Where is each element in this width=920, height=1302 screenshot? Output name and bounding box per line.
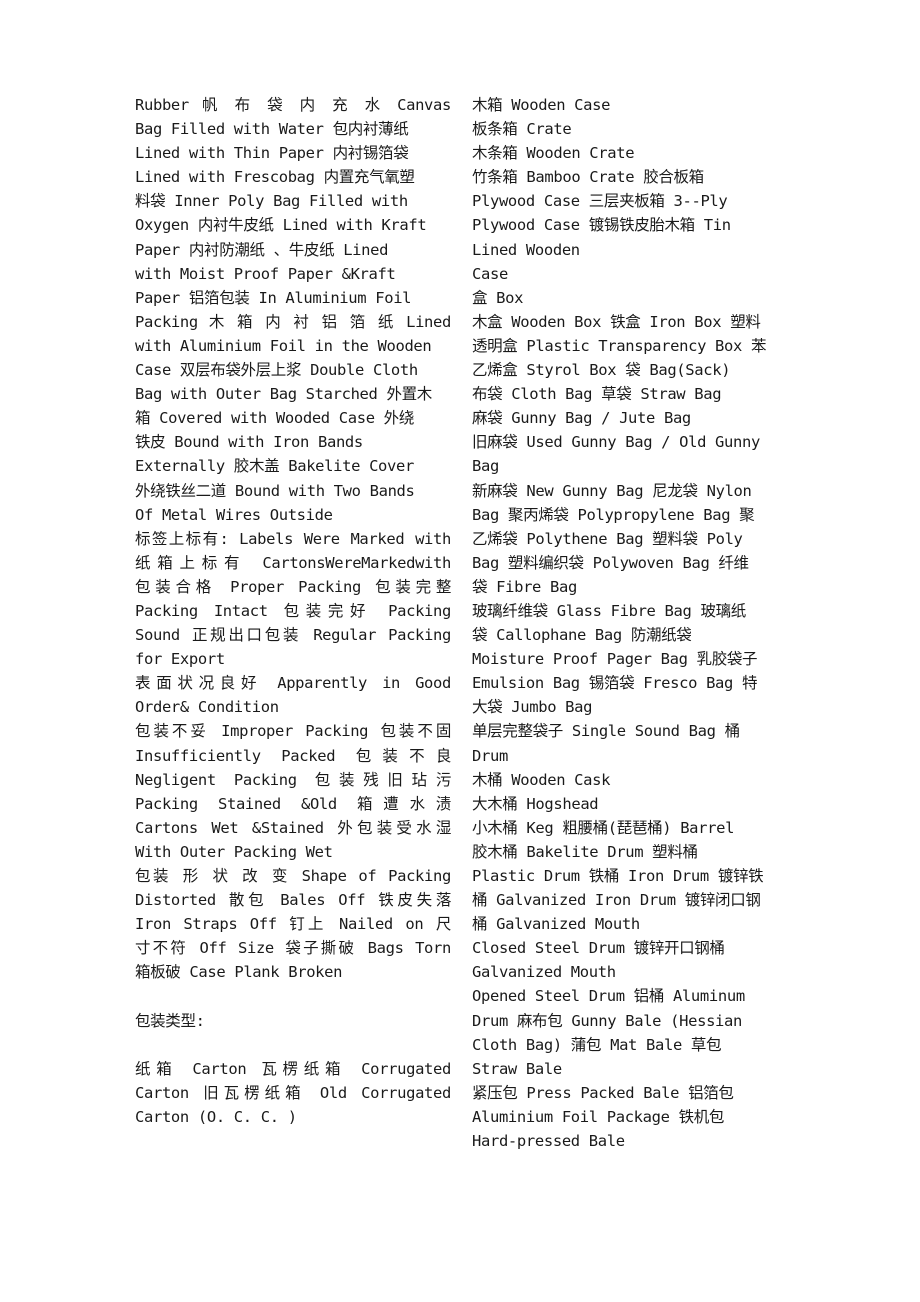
text-line: Plywood Case 镀锡铁皮胎木箱 Tin [472, 216, 731, 235]
text-line: 盒 Box [472, 288, 524, 307]
text-line: With Outer Packing Wet [135, 842, 333, 861]
text-line: Aluminium Foil Package 铁机包 [472, 1107, 725, 1126]
text-line: Carton (O. C. C. ) [135, 1107, 297, 1126]
text-line: 木桶 Wooden Cask [472, 770, 611, 789]
text-line: 包装不妥 Improper Packing 包装不固 [135, 722, 451, 741]
text-line: 包装 形 状 改 变 Shape of Packing [135, 867, 451, 885]
text-line: 旧麻袋 Used Gunny Bag / Old Gunny [472, 433, 760, 452]
text-line: 寸不符 Off Size 袋子撕破 Bags Torn [135, 939, 451, 958]
text-line: 袋 Fibre Bag [472, 577, 577, 596]
text-line: for Export [135, 650, 225, 669]
text-line: Case [472, 264, 508, 283]
text-line: Negligent Packing 包装残旧玷污 [135, 770, 451, 789]
paragraph: 包装 形 状 改 变 Shape of Packing Distorted 散包 … [135, 864, 451, 984]
text-line: Bag with Outer Bag Starched 外置木 [135, 385, 432, 404]
left-column: Rubber 帆 布 袋 内 充 水 Canvas Bag Filled with… [135, 93, 451, 1129]
text-line: Hard-pressed Bale [472, 1132, 625, 1151]
text-line: 紧压包 Press Packed Bale 铝箔包 [472, 1083, 734, 1102]
text-line: with Moist Proof Paper &Kraft [135, 264, 396, 283]
text-line: 布袋 Cloth Bag 草袋 Straw Bag [472, 385, 722, 404]
text-line: Insufficiently Packed 包装不良 [135, 746, 451, 765]
text-line: Drum 麻布包 Gunny Bale (Hessian [472, 1011, 742, 1030]
text-line: Packing 木 箱 内 衬 铝 箔 纸 Lined [135, 312, 451, 331]
text-line: Drum [472, 746, 508, 765]
text-line: 麻袋 Gunny Bag / Jute Bag [472, 409, 691, 428]
text-line: with Aluminium Foil in the Wooden [135, 336, 432, 355]
text-line: 乙烯袋 Polythene Bag 塑料袋 Poly [472, 529, 743, 548]
text-line: 胶木桶 Bakelite Drum 塑料桶 [472, 842, 698, 861]
text-line: Bag 塑料编织袋 Polywoven Bag 纤维 [472, 553, 749, 572]
text-line: Packing Intact 包装完好 Packing [135, 601, 451, 620]
text-line: 箱板破 Case Plank Broken [135, 963, 343, 982]
text-line: 大袋 Jumbo Bag [472, 698, 593, 717]
document-page: Rubber 帆 布 袋 内 充 水 Canvas Bag Filled with… [0, 0, 920, 1302]
text-line: Carton 旧瓦楞纸箱 Old Corrugated [135, 1083, 451, 1102]
text-line: Paper 内衬防潮纸 、牛皮纸 Lined [135, 240, 389, 259]
text-line: 单层完整袋子 Single Sound Bag 桶 [472, 722, 740, 741]
text-line: Bag 聚丙烯袋 Polypropylene Bag 聚 [472, 505, 755, 524]
text-line: Paper 铝箔包装 In Aluminium Foil [135, 288, 412, 307]
text-line: 箱 Covered with Wooded Case 外绕 [135, 409, 414, 428]
right-column: 木箱 Wooden Case 板条箱 Crate 木条箱 Wooden Crate 竹… [472, 93, 790, 1153]
text-line: Cloth Bag) 蒲包 Mat Bale 草包 [472, 1035, 722, 1054]
text-line: Sound 正规出口包装 Regular Packing [135, 626, 451, 645]
text-line: 桶 Galvanized Iron Drum 镀锌闭口钢 [472, 891, 761, 910]
paragraph: 标签上标有: Labels Were Marked with 纸箱上标有 Cart… [135, 527, 451, 672]
text-line: Plywood Case 三层夹板箱 3--Ply [472, 192, 728, 211]
text-line: Lined with Thin Paper 内衬锡箔袋 [135, 144, 409, 163]
text-line: Bag Filled with Water 包内衬薄纸 [135, 120, 409, 139]
section-heading: 包装类型: [135, 1011, 205, 1030]
paragraph: 包装不妥 Improper Packing 包装不固 Insufficiently… [135, 719, 451, 864]
paragraph: 纸箱 Carton 瓦楞纸箱 Corrugated Carton 旧瓦楞纸箱 Ol… [135, 1057, 451, 1129]
text-line: Externally 胶木盖 Bakelite Cover [135, 457, 414, 476]
text-line: 木条箱 Wooden Crate [472, 144, 635, 163]
text-line: Galvanized Mouth [472, 963, 616, 982]
text-line: 大木桶 Hogshead [472, 794, 599, 813]
text-line: Order& Condition [135, 698, 279, 717]
text-line: Rubber 帆 布 袋 内 充 水 Canvas [135, 96, 451, 114]
text-line: Oxygen 内衬牛皮纸 Lined with Kraft [135, 216, 427, 235]
text-line: 袋 Callophane Bag 防潮纸袋 [472, 626, 692, 645]
text-line: 小木桶 Keg 粗腰桶(琵琶桶) Barrel [472, 818, 735, 837]
text-line: Packing Stained &Old 箱遭水渍 [135, 794, 451, 813]
text-line: 铁皮 Bound with Iron Bands [135, 433, 363, 452]
text-line: Emulsion Bag 锡箔袋 Fresco Bag 特 [472, 674, 758, 693]
text-line: 乙烯盒 Styrol Box 袋 Bag(Sack) [472, 361, 731, 380]
text-line: Lined with Frescobag 内置充气氧塑 [135, 168, 415, 187]
text-line: Bag [472, 457, 499, 476]
text-line: 木盒 Wooden Box 铁盒 Iron Box 塑料 [472, 312, 761, 331]
text-line: Lined Wooden [472, 240, 580, 259]
text-line: Plastic Drum 铁桶 Iron Drum 镀锌铁 [472, 867, 764, 885]
text-line: 标签上标有: Labels Were Marked with [135, 529, 451, 548]
text-line: 桶 Galvanized Mouth [472, 915, 640, 934]
text-line: 新麻袋 New Gunny Bag 尼龙袋 Nylon [472, 481, 752, 500]
text-line: Of Metal Wires Outside [135, 505, 333, 524]
text-line: Closed Steel Drum 镀锌开口钢桶 [472, 939, 725, 958]
text-line: 包装合格 Proper Packing 包装完整 [135, 577, 451, 596]
text-line: 外绕铁丝二道 Bound with Two Bands [135, 481, 415, 500]
text-line: Iron Straps Off 钉上 Nailed on 尺 [135, 915, 451, 934]
text-line: Straw Bale [472, 1059, 562, 1078]
text-line: Moisture Proof Pager Bag 乳胶袋子 [472, 650, 758, 669]
text-line: 板条箱 Crate [472, 120, 572, 139]
text-line: 纸箱上标有 CartonsWereMarkedwith [135, 553, 451, 572]
text-line: 表面状况良好 Apparently in Good [135, 674, 451, 693]
paragraph: Rubber 帆 布 袋 内 充 水 Canvas Bag Filled with… [135, 93, 451, 527]
text-line: 木箱 Wooden Case [472, 96, 611, 114]
text-line: Distorted 散包 Bales Off 铁皮失落 [135, 891, 451, 910]
text-line: 竹条箱 Bamboo Crate 胶合板箱 [472, 168, 704, 187]
text-line: Opened Steel Drum 铝桶 Aluminum [472, 987, 745, 1006]
text-line: Cartons Wet &Stained 外包装受水湿 [135, 818, 451, 837]
text-line: 透明盒 Plastic Transparency Box 苯 [472, 336, 767, 355]
text-line: 纸箱 Carton 瓦楞纸箱 Corrugated [135, 1059, 451, 1078]
text-line: 料袋 Inner Poly Bag Filled with [135, 192, 408, 211]
text-line: Case 双层布袋外层上浆 Double Cloth [135, 361, 418, 380]
paragraph: 表面状况良好 Apparently in Good Order& Conditio… [135, 671, 451, 719]
text-line: 玻璃纤维袋 Glass Fibre Bag 玻璃纸 [472, 601, 746, 620]
